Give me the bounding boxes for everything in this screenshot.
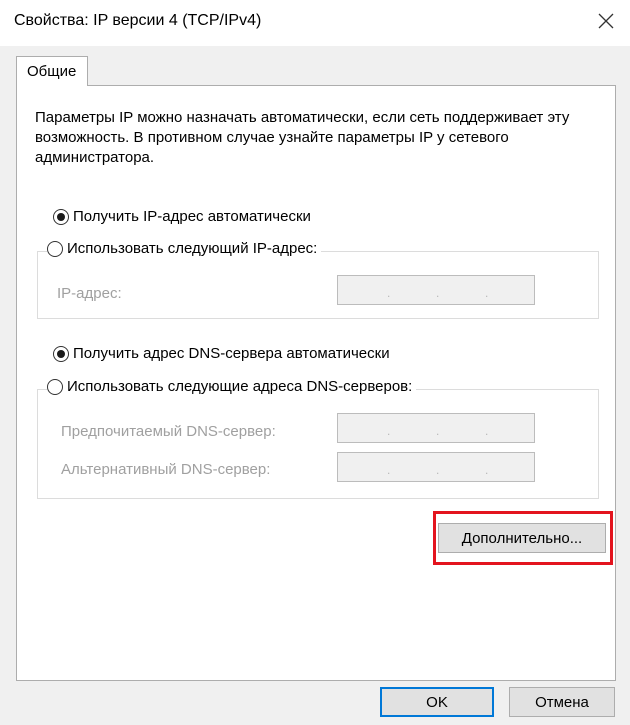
dns-auto-label: Получить адрес DNS-сервера автоматически (73, 345, 390, 362)
advanced-button[interactable]: Дополнительно... (438, 523, 606, 553)
radio-selected-dot (57, 212, 65, 221)
ip-manual-radio-button[interactable] (47, 240, 63, 257)
dns-auto-radio[interactable]: Получить адрес DNS-сервера автоматически (53, 345, 394, 362)
dns-manual-radio-button[interactable] (47, 378, 63, 395)
ip-auto-radio[interactable]: Получить IP-адрес автоматически (53, 208, 315, 225)
preferred-dns-label: Предпочитаемый DNS-сервер: (61, 423, 276, 440)
dns-manual-label: Использовать следующие адреса DNS-сервер… (67, 378, 413, 395)
ip-manual-label: Использовать следующий IP-адрес: (67, 240, 318, 257)
ip-auto-label: Получить IP-адрес автоматически (73, 208, 311, 225)
ip-address-field[interactable]: . . . (337, 275, 535, 305)
window-title: Свойства: IP версии 4 (TCP/IPv4) (14, 12, 262, 29)
dns-group-box (37, 389, 599, 499)
close-button[interactable] (588, 6, 624, 36)
cancel-button[interactable]: Отмена (509, 687, 615, 717)
close-icon (598, 13, 614, 29)
dns-manual-radio[interactable]: Использовать следующие адреса DNS-сервер… (47, 378, 417, 395)
general-panel: Параметры IP можно назначать автоматичес… (16, 85, 616, 681)
ip-manual-radio[interactable]: Использовать следующий IP-адрес: (47, 240, 322, 257)
title-bar: Свойства: IP версии 4 (TCP/IPv4) (0, 0, 630, 46)
dns-auto-radio-button[interactable] (53, 345, 69, 362)
preferred-dns-field[interactable]: . . . (337, 413, 535, 443)
tab-general-label: Общие (27, 63, 77, 80)
ok-button[interactable]: OK (380, 687, 494, 717)
tab-general[interactable]: Общие (16, 56, 88, 86)
alternate-dns-label: Альтернативный DNS-сервер: (61, 461, 271, 478)
ip-auto-radio-button[interactable] (53, 208, 69, 225)
ip-address-label: IP-адрес: (57, 285, 122, 302)
alternate-dns-field[interactable]: . . . (337, 452, 535, 482)
radio-selected-dot (57, 349, 65, 358)
description-text: Параметры IP можно назначать автоматичес… (35, 109, 570, 166)
